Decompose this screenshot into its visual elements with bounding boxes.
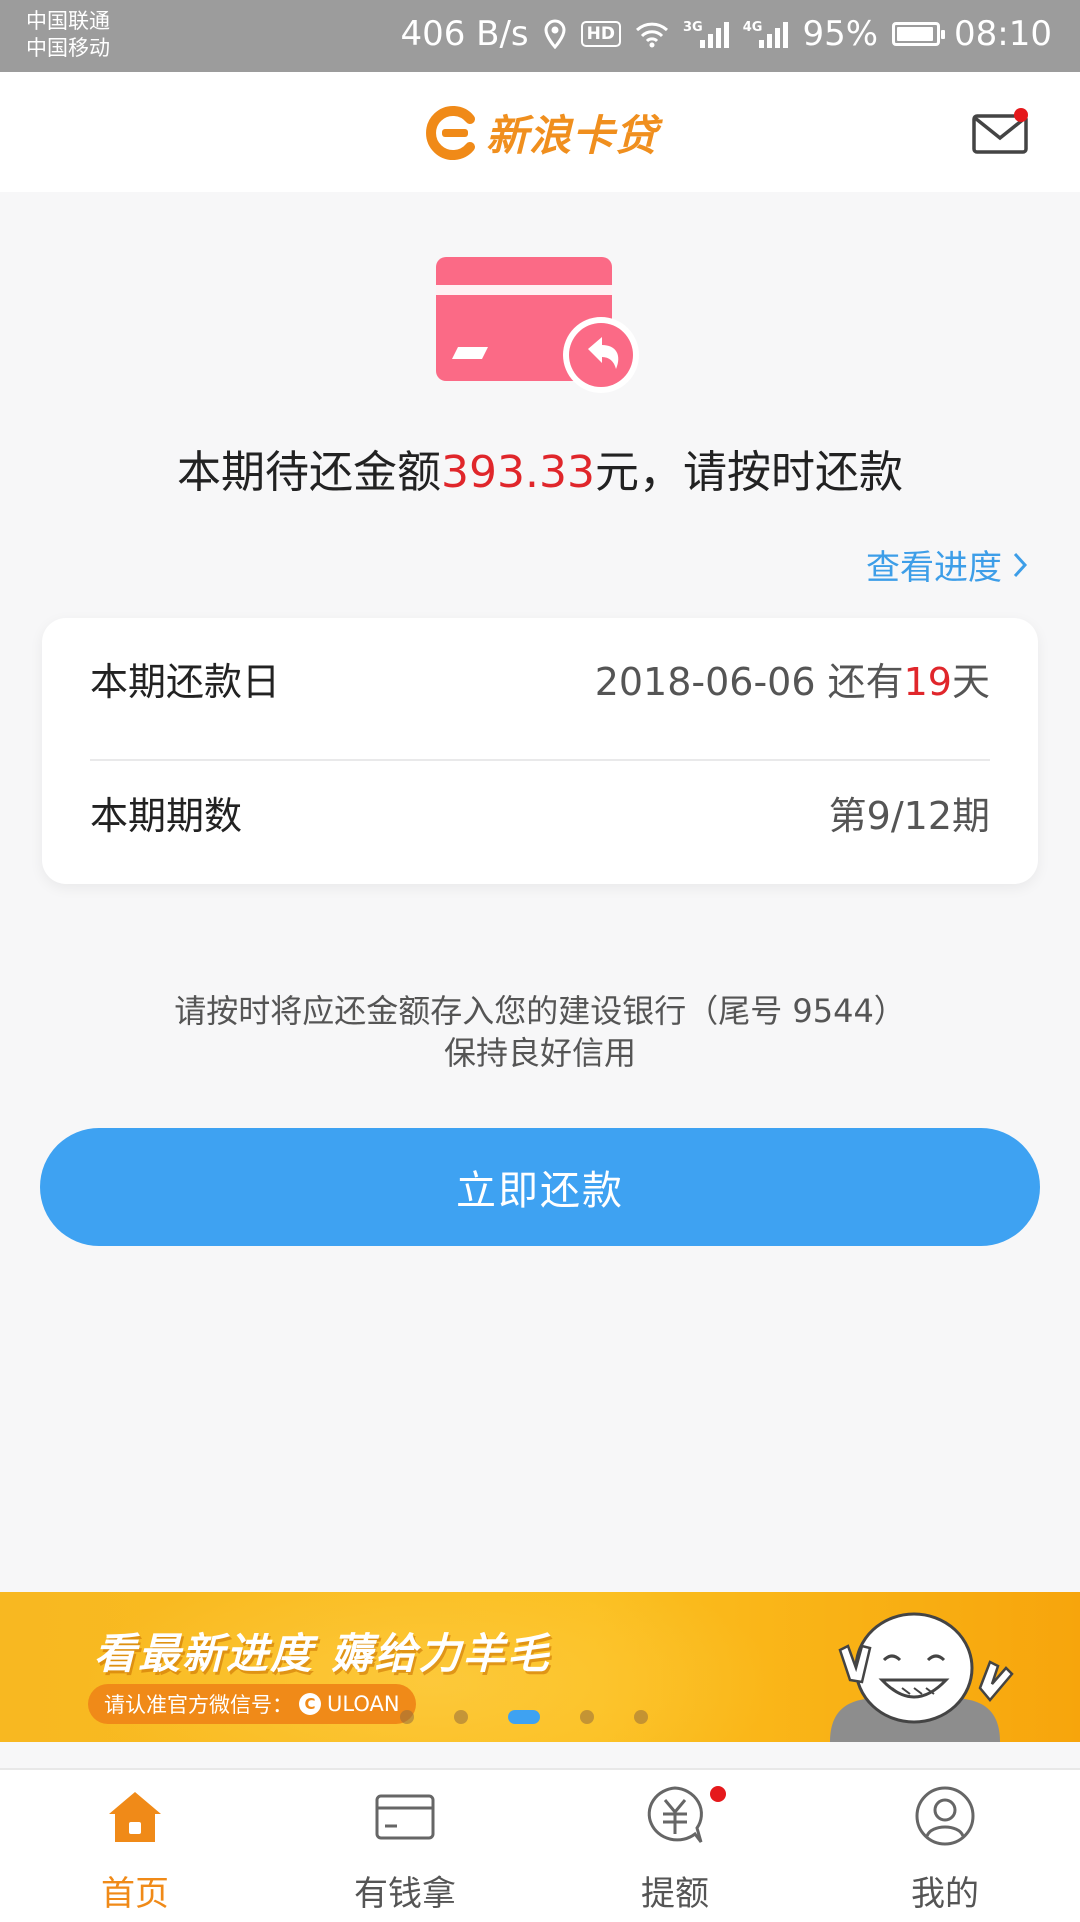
uloan-logo-icon: C — [299, 1693, 321, 1715]
wifi-icon — [635, 20, 669, 48]
status-bar: 中国联通 中国移动 406 B/s HD 3G 4G 95% 08:10 — [0, 0, 1080, 72]
installment-value: 第9/12期 — [828, 793, 990, 838]
status-icons: 406 B/s HD 3G 4G 95% 08:10 — [400, 14, 1052, 54]
due-suffix: 元，请按时还款 — [594, 447, 903, 498]
carrier-info: 中国联通 中国移动 — [26, 8, 110, 62]
notice-line-2: 保持良好信用 — [443, 1034, 636, 1072]
tab-mine-label: 我的 — [911, 1874, 979, 1914]
due-date: 2018-06-06 — [594, 659, 816, 704]
due-date-row: 本期还款日 2018-06-06 还有19天 — [90, 618, 990, 738]
due-date-value: 2018-06-06 还有19天 — [595, 651, 990, 706]
battery-percent: 95% — [802, 14, 879, 54]
repayment-notice: 请按时将应还金额存入您的建设银行（尾号 9544） 保持良好信用 — [0, 990, 1080, 1074]
banner-dot[interactable] — [400, 1710, 414, 1724]
view-progress-link[interactable]: 查看进度 — [866, 540, 1028, 589]
due-prefix: 本期待还金额 — [177, 447, 442, 498]
tab-raise-limit[interactable]: 提额 — [540, 1770, 810, 1922]
banner-dot[interactable] — [634, 1710, 648, 1724]
tab-mine[interactable]: 我的 — [810, 1770, 1080, 1922]
view-progress-label: 查看进度 — [866, 548, 1002, 588]
banner-dot[interactable] — [508, 1710, 540, 1724]
banner-title: 看最新进度 薅给力羊毛 — [94, 1629, 551, 1678]
notice-line-1: 请按时将应还金额存入您的建设银行（尾号 9544） — [174, 992, 906, 1030]
repay-card-icon — [436, 257, 639, 393]
repay-now-button[interactable]: 立即还款 — [40, 1128, 1040, 1246]
home-icon — [109, 1792, 161, 1842]
pill-brand: ULOAN — [327, 1692, 400, 1716]
due-amount: 393.33 — [441, 447, 595, 498]
signal-4g-icon: 4G — [743, 20, 789, 48]
signal-3g-icon: 3G — [683, 20, 729, 48]
user-icon — [915, 1786, 975, 1846]
yuan-chat-icon — [647, 1786, 703, 1843]
pill-text: 请认准官方微信号： — [104, 1693, 293, 1717]
app-logo: 新浪卡贷 — [424, 102, 658, 163]
hd-badge: HD — [580, 21, 621, 47]
logo-icon — [426, 105, 475, 160]
bottom-tab-bar: 首页 有钱拿 提额 我的 — [0, 1768, 1080, 1922]
tab-home-label: 首页 — [101, 1874, 169, 1914]
days-left-suffix: 天 — [951, 659, 990, 704]
carrier-2: 中国移动 — [26, 36, 110, 60]
repayment-info-card: 本期还款日 2018-06-06 还有19天 本期期数 第9/12期 — [42, 618, 1038, 884]
banner-dot[interactable] — [580, 1710, 594, 1724]
chevron-right-icon — [1013, 552, 1028, 577]
wechat-account-pill: 请认准官方微信号： C ULOAN — [88, 1684, 416, 1724]
tab-earn[interactable]: 有钱拿 — [270, 1770, 540, 1922]
due-date-label: 本期还款日 — [90, 659, 281, 704]
installment-label: 本期期数 — [90, 793, 243, 838]
installment-row: 本期期数 第9/12期 — [90, 752, 990, 872]
tab-badge-dot — [710, 1786, 726, 1802]
location-icon — [543, 19, 567, 49]
tab-home[interactable]: 首页 — [0, 1770, 270, 1922]
app-header: 新浪卡贷 — [0, 72, 1080, 192]
carrier-1: 中国联通 — [26, 9, 110, 33]
due-amount-message: 本期待还金额393.33元，请按时还款 — [0, 436, 1080, 500]
card-icon — [375, 1794, 435, 1840]
logo-text: 新浪卡贷 — [486, 111, 659, 160]
days-left: 19 — [903, 659, 952, 704]
battery-icon — [892, 22, 946, 46]
clock: 08:10 — [954, 14, 1052, 54]
mascot-illustration: ¥ — [830, 1612, 1014, 1742]
days-left-prefix: 还有 — [815, 659, 904, 704]
banner-dot[interactable] — [454, 1710, 468, 1724]
net-speed: 406 B/s — [400, 14, 529, 54]
banner-pagination[interactable] — [400, 1710, 648, 1724]
tab-earn-label: 有钱拿 — [354, 1874, 456, 1914]
tab-raise-limit-label: 提额 — [641, 1874, 709, 1914]
mail-notification-dot — [1014, 108, 1028, 122]
